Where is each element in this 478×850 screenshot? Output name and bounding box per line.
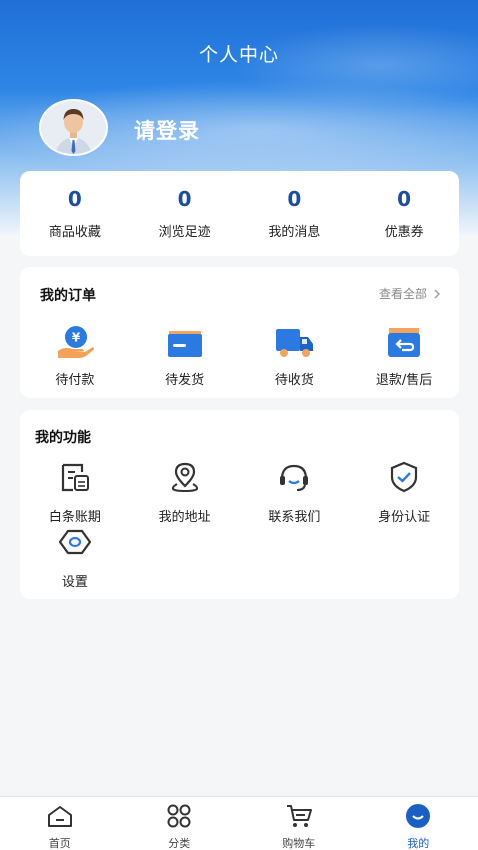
- headset-icon: [280, 464, 309, 491]
- feature-label: 设置: [61, 575, 88, 590]
- orders-title: 我的订单: [40, 288, 96, 304]
- tab-label: 首页: [48, 837, 71, 850]
- orders-card: 我的订单 查看全部 ¥ 待付款 待发货 待收货 退款/售后: [20, 267, 459, 398]
- order-pending-receipt[interactable]: 待收货: [240, 325, 350, 388]
- order-label: 退款/售后: [375, 373, 433, 388]
- stat-label: 浏览足迹: [158, 225, 211, 240]
- stat-label: 我的消息: [268, 225, 321, 240]
- category-icon: [167, 804, 191, 828]
- page-title: 个人中心: [198, 44, 279, 66]
- truck-icon: [276, 329, 314, 357]
- tab-cart[interactable]: 购物车: [239, 797, 359, 850]
- stat-coupons[interactable]: 0 优惠券: [349, 171, 459, 256]
- shield-check-icon: [391, 461, 418, 493]
- ship-box-icon: [167, 331, 202, 357]
- order-pending-shipment[interactable]: 待发货: [130, 325, 240, 388]
- refund-icon: [388, 328, 421, 357]
- login-link[interactable]: 请登录: [134, 115, 200, 145]
- view-all-orders-link[interactable]: 查看全部: [379, 285, 441, 302]
- stat-favorites[interactable]: 0 商品收藏: [20, 171, 130, 256]
- stat-value: 0: [287, 187, 302, 211]
- order-refund[interactable]: 退款/售后: [349, 325, 459, 388]
- location-icon: [171, 462, 198, 493]
- stat-label: 商品收藏: [48, 225, 101, 240]
- order-label: 待付款: [55, 373, 95, 388]
- home-icon: [47, 806, 72, 827]
- tab-label: 我的: [407, 837, 430, 850]
- chevron-right-icon: [434, 289, 440, 298]
- feature-label: 我的地址: [158, 510, 211, 525]
- feature-address[interactable]: 我的地址: [130, 460, 240, 525]
- tab-label: 购物车: [282, 837, 316, 850]
- tab-home[interactable]: 首页: [0, 797, 120, 850]
- stat-value: 0: [397, 187, 412, 211]
- tab-label: 分类: [168, 837, 191, 850]
- settings-icon: [58, 529, 91, 555]
- feature-contact-us[interactable]: 联系我们: [240, 460, 350, 525]
- view-all-label: 查看全部: [378, 287, 427, 301]
- stat-history[interactable]: 0 浏览足迹: [130, 171, 240, 256]
- feature-label: 白条账期: [48, 510, 101, 525]
- bottom-tab-bar: 首页 分类 购物车 我的: [0, 796, 478, 850]
- stats-card: 0 商品收藏 0 浏览足迹 0 我的消息 0 优惠券: [20, 171, 459, 256]
- svg-text:¥: ¥: [72, 331, 81, 345]
- order-label: 待收货: [274, 373, 314, 388]
- stat-messages[interactable]: 0 我的消息: [240, 171, 350, 256]
- profile-icon: [406, 804, 431, 828]
- credit-bill-icon: [61, 463, 89, 492]
- payment-icon: ¥: [57, 326, 94, 358]
- avatar[interactable]: [39, 99, 108, 156]
- features-title: 我的功能: [35, 430, 91, 446]
- tab-profile[interactable]: 我的: [359, 797, 478, 850]
- stat-value: 0: [67, 187, 82, 211]
- feature-label: 身份认证: [378, 510, 431, 525]
- user-avatar-icon: [41, 101, 106, 154]
- stat-value: 0: [177, 187, 192, 211]
- cart-icon: [286, 805, 312, 827]
- feature-credit-bill[interactable]: 白条账期: [20, 460, 130, 525]
- feature-identity-verification[interactable]: 身份认证: [349, 460, 459, 525]
- order-pending-payment[interactable]: ¥ 待付款: [20, 325, 130, 388]
- stat-label: 优惠券: [384, 225, 424, 240]
- features-card: 我的功能 白条账期 我的地址 联系我们 身份认证 设置: [20, 410, 459, 599]
- feature-label: 联系我们: [268, 510, 321, 525]
- order-label: 待发货: [165, 373, 205, 388]
- tab-category[interactable]: 分类: [120, 797, 240, 850]
- feature-settings[interactable]: 设置: [20, 525, 130, 590]
